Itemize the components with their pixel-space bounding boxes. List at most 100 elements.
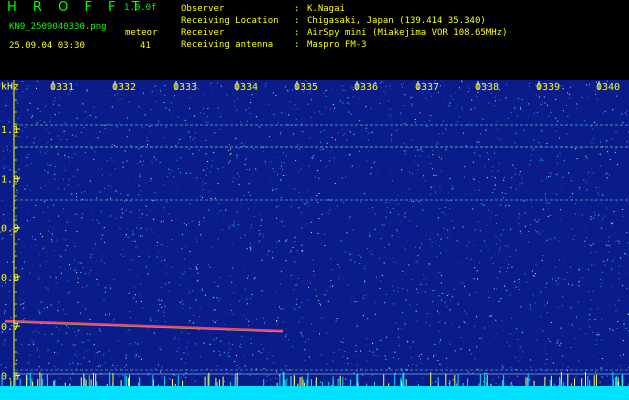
noise-dot: [68, 192, 70, 194]
noise-dot: [388, 201, 390, 203]
noise-dot: [520, 357, 522, 359]
noise-dot: [398, 213, 400, 215]
noise-dot: [356, 325, 358, 327]
noise-dot: [276, 241, 278, 243]
noise-dot: [219, 297, 221, 299]
noise-dot: [234, 138, 236, 140]
noise-dot: [586, 189, 588, 191]
noise-dot: [584, 204, 586, 206]
noise-dot: [494, 100, 496, 102]
noise-dot: [551, 278, 553, 280]
noise-dot: [329, 178, 330, 180]
noise-dot: [465, 145, 467, 147]
noise-dot: [339, 236, 341, 238]
noise-dot: [261, 352, 263, 353]
noise-dot: [286, 366, 288, 368]
noise-dot: [447, 229, 449, 231]
noise-dot: [477, 138, 479, 140]
noise-dot: [189, 172, 191, 174]
noise-dot: [544, 193, 546, 195]
noise-dot: [314, 176, 316, 178]
noise-dot: [572, 193, 574, 195]
noise-dot: [51, 241, 53, 243]
noise-dot: [530, 154, 532, 156]
noise-dot: [77, 363, 79, 365]
noise-dot: [626, 232, 628, 234]
noise-dot: [602, 271, 603, 273]
noise-dot: [540, 316, 542, 318]
noise-dot: [121, 254, 123, 255]
noise-dot: [333, 94, 335, 96]
noise-dot: [295, 284, 297, 286]
noise-dot: [226, 291, 228, 293]
noise-dot: [487, 209, 489, 211]
noise-dot: [118, 375, 120, 377]
noise-spike: [550, 375, 552, 386]
noise-dot: [238, 367, 240, 369]
noise-dot: [161, 255, 163, 257]
noise-dot: [15, 251, 16, 252]
noise-dot: [95, 243, 97, 245]
noise-dot: [561, 355, 563, 357]
noise-dot: [101, 167, 103, 169]
noise-dot: [489, 219, 491, 220]
noise-dot: [403, 213, 405, 215]
noise-dot: [3, 157, 5, 159]
noise-dot: [436, 272, 438, 273]
noise-dot: [77, 169, 79, 171]
noise-dot: [372, 342, 373, 344]
noise-dot: [139, 175, 141, 177]
noise-dot: [305, 223, 307, 225]
noise-dot: [431, 241, 433, 243]
noise-dot: [375, 302, 377, 303]
noise-dot: [65, 249, 67, 251]
noise-dot: [165, 126, 167, 128]
noise-spike: [589, 383, 591, 386]
noise-dot: [566, 105, 567, 106]
noise-dot: [103, 354, 105, 356]
noise-dot: [480, 250, 482, 252]
noise-dot: [105, 291, 107, 293]
noise-dot: [192, 322, 194, 324]
noise-dot: [326, 89, 328, 91]
noise-dot: [452, 379, 454, 381]
noise-dot: [535, 273, 537, 275]
noise-dot: [505, 259, 507, 261]
noise-dot: [300, 331, 302, 333]
noise-dot: [199, 306, 201, 308]
noise-dot: [559, 259, 560, 261]
noise-dot: [39, 312, 41, 314]
noise-dot: [563, 159, 565, 161]
noise-dot: [97, 137, 99, 139]
noise-dot: [317, 170, 319, 171]
noise-dot: [490, 216, 492, 218]
noise-dot: [240, 346, 242, 348]
noise-dot: [364, 371, 366, 372]
noise-dot: [70, 267, 72, 269]
noise-dot: [438, 312, 440, 314]
noise-dot: [529, 164, 531, 166]
noise-dot: [222, 214, 224, 216]
noise-dot: [245, 157, 247, 159]
noise-dot: [329, 160, 331, 162]
noise-dot: [593, 217, 595, 219]
noise-dot: [28, 344, 30, 346]
noise-dot: [518, 213, 520, 215]
noise-dot: [72, 344, 74, 346]
noise-dot: [127, 117, 128, 119]
noise-spike: [503, 374, 505, 386]
noise-dot: [12, 261, 14, 263]
noise-dot: [320, 381, 322, 383]
noise-dot: [549, 341, 551, 343]
noise-dot: [259, 214, 260, 216]
noise-dot: [36, 245, 38, 246]
noise-dot: [195, 238, 197, 240]
noise-dot: [357, 280, 359, 282]
noise-dot: [242, 264, 244, 266]
noise-dot: [515, 132, 517, 134]
noise-dot: [261, 290, 263, 292]
noise-dot: [558, 240, 560, 242]
noise-dot: [590, 308, 592, 310]
noise-dot: [417, 169, 419, 171]
noise-dot: [397, 195, 399, 197]
